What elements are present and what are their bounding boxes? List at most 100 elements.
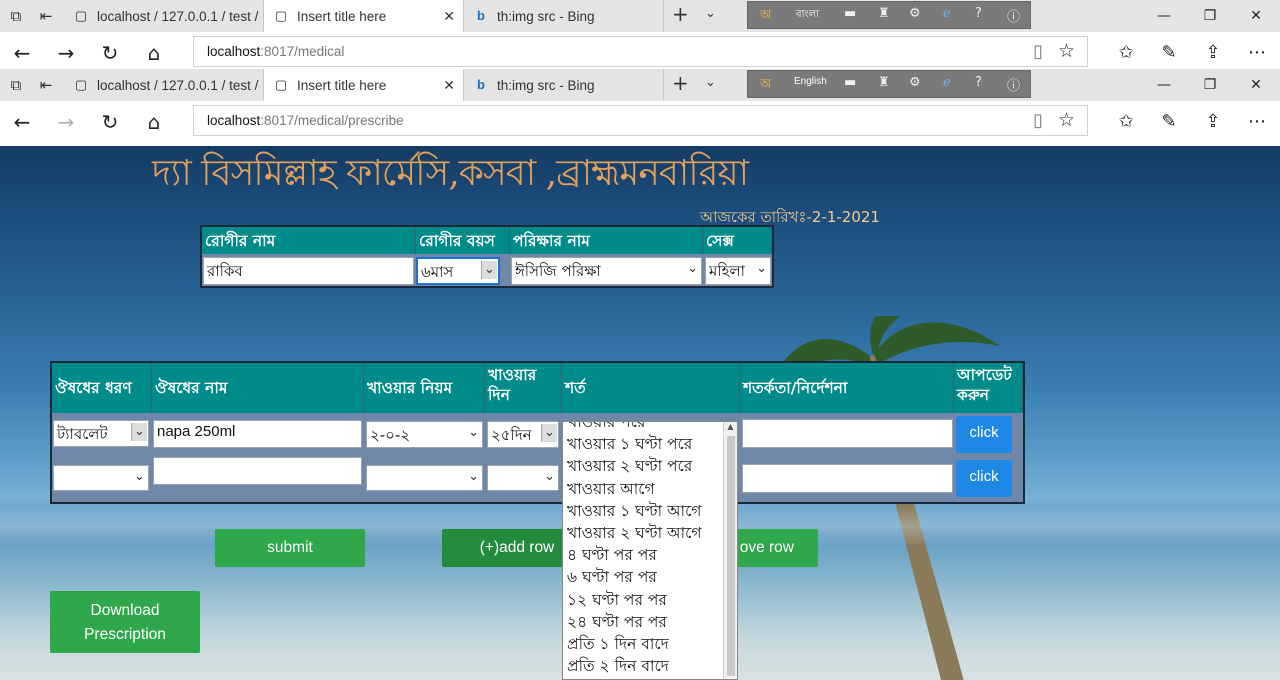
condition-option[interactable]: প্রতি ২ দিন বাদে [563, 655, 737, 677]
ie-icon[interactable]: ℯ [943, 6, 951, 21]
tab-actions-icon[interactable]: ⧉ [6, 75, 26, 95]
caution-input[interactable] [742, 419, 953, 448]
header-patient-name: রোগীর নাম [202, 227, 416, 254]
trophy-icon[interactable]: ♜ [878, 75, 890, 90]
condition-option[interactable]: ২৪ ঘণ্টা পর পর [563, 611, 737, 633]
condition-option[interactable]: ১২ ঘণ্টা পর পর [563, 589, 737, 611]
close-tab-icon[interactable]: ✕ [443, 77, 455, 94]
close-window-icon[interactable]: ✕ [1233, 69, 1279, 101]
update-row-button[interactable]: click [956, 416, 1012, 453]
favorite-star-icon[interactable]: ☆ [1058, 40, 1075, 62]
dose-rule-select[interactable]: ২-০-২ ⌄ [366, 421, 483, 448]
help-icon[interactable]: ? [975, 75, 982, 90]
forward-icon[interactable]: → [54, 41, 78, 65]
patient-age-select[interactable]: ৬মাস ⌄ [416, 257, 500, 285]
refresh-icon[interactable]: ↻ [98, 41, 122, 65]
home-icon[interactable]: ⌂ [142, 41, 166, 65]
trophy-icon[interactable]: ♜ [878, 6, 890, 21]
medicine-name-input[interactable]: napa 250ml [153, 420, 362, 448]
gear-icon[interactable]: ⚙ [909, 6, 921, 21]
chevron-down-icon: ⌄ [468, 469, 479, 484]
tab-phpmyadmin[interactable]: ▢ localhost / 127.0.0.1 / test / [64, 0, 264, 32]
caution-input[interactable] [742, 464, 953, 493]
share-icon[interactable]: ⇪ [1201, 110, 1225, 134]
info-icon[interactable]: ⓘ [1007, 75, 1020, 94]
tab-insert-title[interactable]: ▢ Insert title here ✕ [264, 69, 464, 101]
tab-insert-title[interactable]: ▢ Insert title here ✕ [264, 0, 464, 32]
bangla-glyph-icon[interactable]: অ [760, 75, 771, 96]
new-tab-icon[interactable]: + [672, 2, 689, 26]
restore-icon[interactable]: ❐ [1187, 0, 1233, 32]
back-icon[interactable]: ← [10, 110, 34, 134]
dose-rule-select[interactable]: ⌄ [366, 465, 483, 491]
restore-icon[interactable]: ❐ [1187, 69, 1233, 101]
tab-actions-icon[interactable]: ⧉ [6, 6, 26, 26]
condition-option[interactable]: ৬ ঘণ্টা পর পর [563, 566, 737, 588]
url-field[interactable]: localhost:8017/medical/prescribe ▯ ☆ [193, 105, 1088, 136]
condition-dropdown-list[interactable]: খাওয়ার পরে খাওয়ার ১ ঘণ্টা পরে খাওয়ার … [562, 421, 738, 680]
scrollbar-thumb[interactable] [727, 436, 735, 676]
back-icon[interactable]: ← [10, 41, 34, 65]
home-icon[interactable]: ⌂ [142, 110, 166, 134]
close-tab-icon[interactable]: ✕ [443, 8, 455, 25]
dropdown-scrollbar[interactable]: ▲ [723, 422, 737, 679]
chevron-down-icon[interactable]: ⌄ [705, 75, 716, 90]
chevron-down-icon[interactable]: ⌄ [705, 6, 716, 21]
share-icon[interactable]: ⇪ [1201, 41, 1225, 65]
keyboard-icon[interactable]: ▬ [844, 75, 856, 90]
update-row-button[interactable]: click [956, 460, 1012, 497]
medicine-name-input[interactable] [153, 457, 362, 485]
ie-icon[interactable]: ℯ [943, 75, 951, 90]
condition-option[interactable]: প্রতি ১ দিন বাদে [563, 633, 737, 655]
days-select[interactable]: ২৫দিন ⌄ [487, 421, 559, 448]
reading-view-icon[interactable]: ▯ [1033, 110, 1043, 131]
condition-option[interactable]: খাওয়ার আগে [563, 478, 737, 500]
header-update: আপডেট করুন [954, 363, 1023, 413]
medicine-type-select[interactable]: ⌄ [53, 465, 149, 491]
refresh-icon[interactable]: ↻ [98, 110, 122, 134]
tab-bing[interactable]: b th:img src - Bing [464, 69, 664, 101]
condition-option[interactable]: খাওয়ার পরে [563, 422, 737, 433]
tab-title: th:img src - Bing [497, 8, 595, 24]
condition-option[interactable]: খাওয়ার ১ ঘণ্টা আগে [563, 500, 737, 522]
url-host: localhost [207, 44, 261, 59]
sex-select[interactable]: মহিলা ⌄ [705, 257, 771, 285]
patient-name-input[interactable]: রাকিব [203, 257, 414, 285]
ime-language[interactable]: English [794, 76, 827, 87]
favorites-list-icon[interactable]: ✩ [1114, 41, 1138, 65]
help-icon[interactable]: ? [975, 6, 982, 21]
favorites-list-icon[interactable]: ✩ [1114, 110, 1138, 134]
minimize-icon[interactable]: — [1141, 0, 1187, 32]
favorite-star-icon[interactable]: ☆ [1058, 109, 1075, 131]
minimize-icon[interactable]: — [1141, 69, 1187, 101]
download-prescription-button[interactable]: Download Prescription [50, 591, 200, 653]
set-aside-tabs-icon[interactable]: ⇤ [36, 6, 56, 26]
condition-option[interactable]: খাওয়ার ২ ঘণ্টা আগে [563, 522, 737, 544]
test-name-select[interactable]: ঈসিজি পরিক্ষা ⌄ [511, 257, 702, 285]
pen-icon[interactable]: ✎ [1157, 41, 1181, 65]
set-aside-tabs-icon[interactable]: ⇤ [36, 75, 56, 95]
close-window-icon[interactable]: ✕ [1233, 0, 1279, 32]
new-tab-icon[interactable]: + [672, 71, 689, 95]
reading-view-icon[interactable]: ▯ [1033, 41, 1043, 62]
submit-button[interactable]: submit [215, 529, 365, 567]
scroll-up-icon[interactable]: ▲ [724, 422, 737, 434]
gear-icon[interactable]: ⚙ [909, 75, 921, 90]
more-icon[interactable]: ⋯ [1245, 110, 1269, 134]
days-select[interactable]: ⌄ [487, 465, 559, 491]
url-field[interactable]: localhost:8017/medical ▯ ☆ [193, 36, 1088, 67]
selected-value: ৬মাস [421, 263, 454, 281]
tab-phpmyadmin[interactable]: ▢ localhost / 127.0.0.1 / test / [64, 69, 264, 101]
medicine-type-select[interactable]: ট্যাবলেট ⌄ [53, 420, 149, 447]
condition-option[interactable]: খাওয়ার ২ ঘণ্টা পরে [563, 455, 737, 477]
keyboard-icon[interactable]: ▬ [844, 6, 856, 21]
pen-icon[interactable]: ✎ [1157, 110, 1181, 134]
condition-option[interactable]: খাওয়ার ১ ঘণ্টা পরে [563, 433, 737, 455]
tab-bing[interactable]: b th:img src - Bing [464, 0, 664, 32]
forward-icon[interactable]: → [54, 110, 78, 134]
more-icon[interactable]: ⋯ [1245, 41, 1269, 65]
condition-option[interactable]: ৪ ঘণ্টা পর পর [563, 544, 737, 566]
ime-language[interactable]: বাংলা [796, 7, 819, 24]
info-icon[interactable]: ⓘ [1007, 6, 1020, 25]
bangla-glyph-icon[interactable]: অ [760, 6, 771, 27]
